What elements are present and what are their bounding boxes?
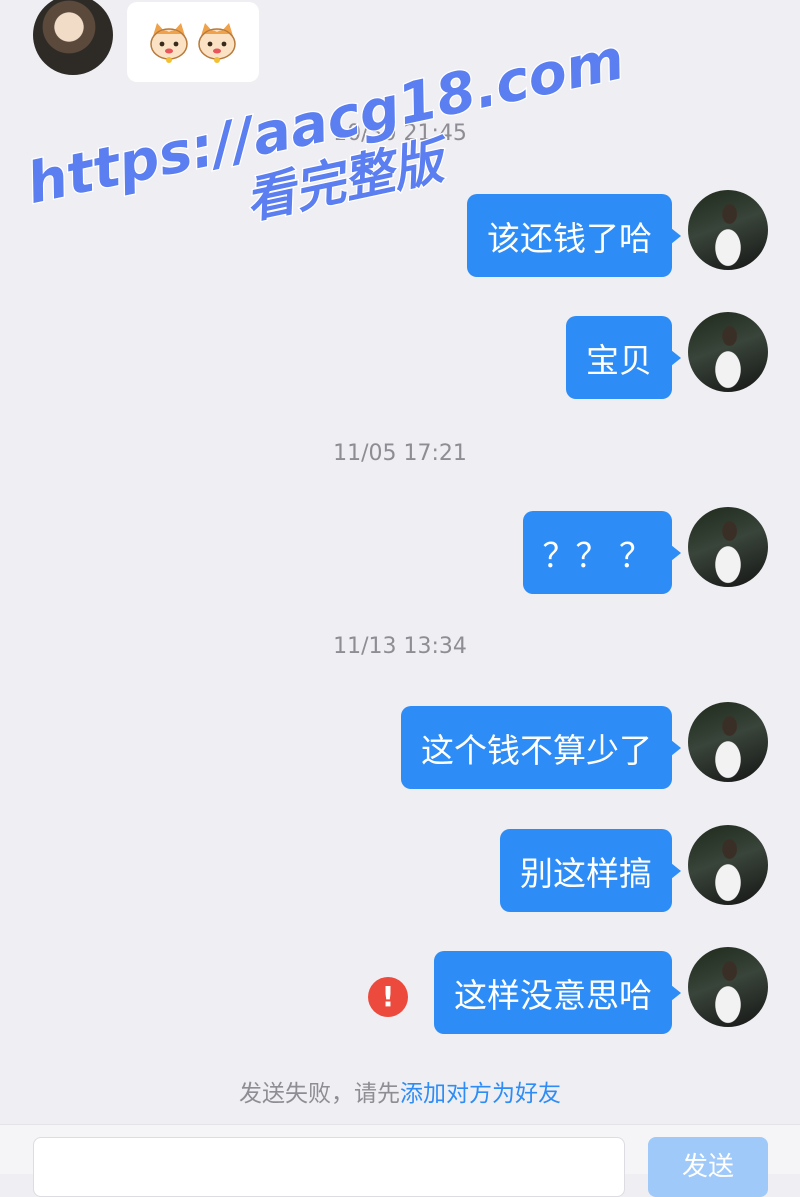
timestamp: 11/13 13:34 (333, 634, 467, 659)
self-avatar[interactable] (688, 825, 768, 905)
sticker-message[interactable] (127, 2, 259, 82)
add-friend-link[interactable]: 添加对方为好友 (400, 1081, 561, 1107)
send-button[interactable]: 发送 (648, 1137, 768, 1197)
self-avatar[interactable] (688, 190, 768, 270)
message-bubble[interactable]: 该还钱了哈 (467, 194, 681, 277)
self-avatar[interactable] (688, 507, 768, 587)
lucky-cat-icon (198, 23, 236, 63)
peer-avatar[interactable] (33, 0, 113, 75)
message-bubble[interactable]: 这个钱不算少了 (401, 706, 681, 789)
timestamp: 10/30 21:45 (333, 121, 467, 146)
composer-bar: 发送 (0, 1124, 800, 1197)
timestamp: 11/05 17:21 (333, 441, 467, 466)
send-failed-notice: 发送失败，请先添加对方为好友 (0, 1074, 800, 1108)
fail-text: 发送失败，请先 (239, 1081, 400, 1107)
lucky-cat-icon (150, 23, 188, 63)
exclamation-icon[interactable]: ! (368, 977, 408, 1017)
watermark: https://aacg18.com 看完整版 (20, 26, 631, 232)
message-bubble[interactable]: 别这样搞 (500, 829, 681, 912)
self-avatar[interactable] (688, 702, 768, 782)
message-bubble[interactable]: 宝贝 (566, 316, 681, 399)
self-avatar[interactable] (688, 312, 768, 392)
message-input[interactable] (33, 1137, 625, 1197)
message-bubble[interactable]: 这样没意思哈 (434, 951, 681, 1034)
self-avatar[interactable] (688, 947, 768, 1027)
message-bubble[interactable]: ？？ ？ (522, 511, 681, 594)
